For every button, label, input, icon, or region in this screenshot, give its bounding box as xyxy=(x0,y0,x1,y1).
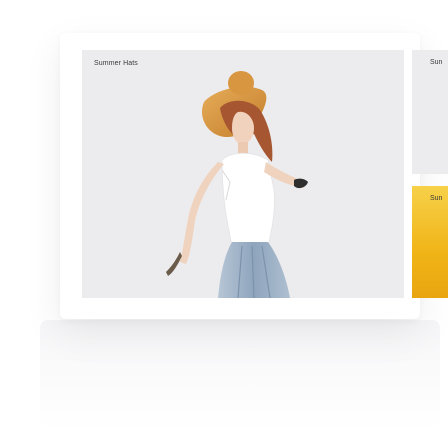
feature-card-summer-hats[interactable]: Summer Hats xyxy=(82,50,404,298)
woman-in-sunhat-photo xyxy=(166,71,308,298)
background-panel xyxy=(40,320,440,430)
side-card-bottom[interactable]: Sun xyxy=(412,186,448,298)
feature-card-label: Summer Hats xyxy=(94,60,138,67)
side-card-bottom-label: Sun xyxy=(430,195,443,202)
side-card-top[interactable]: Sun xyxy=(412,50,448,174)
side-card-top-label: Sun xyxy=(430,59,443,66)
carousel-stage: Summer Hats Sun Sun xyxy=(0,0,448,438)
